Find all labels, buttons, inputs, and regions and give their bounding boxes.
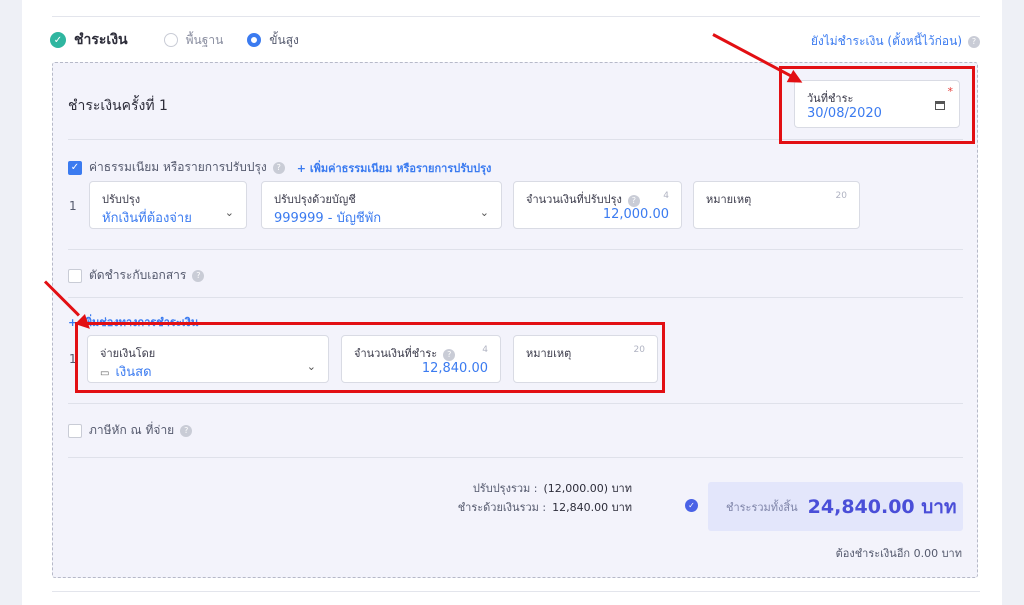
fee-note-field[interactable]: หมายเหตุ 20	[693, 181, 860, 229]
divider	[52, 16, 980, 17]
paid-total-label: ชำระด้วยเงินรวม :	[457, 501, 547, 514]
payment-title: ชำระเงินครั้งที่ 1	[68, 98, 168, 114]
adjust-type-label: ปรับปรุง	[102, 193, 141, 206]
grand-total-box: ชำระรวมทั้งสิ้น 24,840.00 บาท	[708, 482, 963, 531]
divider	[68, 403, 963, 404]
divider	[68, 249, 963, 250]
fee-checkbox[interactable]: ✓	[68, 160, 82, 175]
adjust-amount-value[interactable]: 12,000.00	[603, 207, 669, 222]
unpaid-link[interactable]: ยังไม่ชำระเงิน (ตั้งหนี้ไว้ก่อน) ?	[811, 32, 980, 51]
help-icon[interactable]: ?	[627, 194, 640, 207]
add-fee-link[interactable]: + เพิ่มค่าธรรมเนียม หรือรายการปรับปรุง	[297, 159, 492, 177]
char-count: 20	[835, 191, 847, 201]
adjust-account-select[interactable]: ปรับปรุงด้วยบัญชี 999999 - บัญชีพัก ⌄	[261, 181, 502, 229]
radio-selected-icon[interactable]	[247, 33, 262, 47]
mode-basic-radio[interactable]: พื้นฐาน	[163, 31, 224, 50]
remaining-amount: ต้องชำระเงินอีก 0.00 บาท	[835, 547, 962, 560]
adjust-total-value: (12,000.00) บาท	[543, 482, 632, 495]
adjust-account-value: 999999 - บัญชีพัก	[274, 211, 382, 226]
chevron-down-icon: ⌄	[479, 206, 489, 219]
withholding-label: ภาษีหัก ณ ที่จ่าย	[89, 423, 175, 437]
check-circle-icon: ✓	[50, 32, 66, 48]
divider	[68, 457, 963, 458]
fee-row-number: 1	[69, 199, 77, 213]
withholding-row: ภาษีหัก ณ ที่จ่าย ?	[68, 421, 193, 440]
grand-total-label: ชำระรวมทั้งสิ้น	[726, 500, 798, 514]
highlight-box-date	[779, 66, 975, 144]
chevron-down-icon: ⌄	[224, 206, 234, 219]
paid-total-value: 12,840.00 บาท	[552, 501, 632, 514]
divider	[52, 591, 980, 592]
mode-advanced-radio[interactable]: ขั้นสูง	[247, 31, 299, 50]
fee-row-header: ✓ ค่าธรรมเนียม หรือรายการปรับปรุง ? + เพ…	[68, 158, 491, 177]
fee-note-label: หมายเหตุ	[706, 193, 752, 206]
withholding-checkbox[interactable]	[68, 423, 82, 438]
paid-total-line: ชำระด้วยเงินรวม : 12,840.00 บาท	[458, 498, 632, 516]
mode-basic-label: พื้นฐาน	[185, 32, 224, 47]
section-title: ชำระเงิน	[74, 32, 128, 48]
help-icon[interactable]: ?	[272, 161, 285, 174]
unpaid-link-label: ยังไม่ชำระเงิน (ตั้งหนี้ไว้ก่อน)	[810, 34, 962, 48]
adjust-amount-field[interactable]: จำนวนเงินที่ปรับปรุง? 4 12,000.00	[513, 181, 682, 229]
doc-offset-row: ตัดชำระกับเอกสาร ?	[68, 266, 205, 285]
adjust-amount-label: จำนวนเงินที่ปรับปรุง?	[526, 190, 640, 208]
adjust-account-label: ปรับปรุงด้วยบัญชี	[274, 193, 356, 206]
check-circle-icon: ✓	[685, 499, 698, 512]
highlight-box-channel	[75, 322, 665, 393]
adjust-total-line: ปรับปรุงรวม : (12,000.00) บาท	[473, 479, 632, 497]
adjust-type-value: หักเงินที่ต้องจ่าย	[102, 211, 192, 226]
help-icon[interactable]: ?	[180, 424, 193, 437]
payment-header: ✓ ชำระเงิน พื้นฐาน ขั้นสูง	[50, 30, 323, 50]
mode-advanced-label: ขั้นสูง	[269, 32, 299, 47]
adjust-total-label: ปรับปรุงรวม :	[472, 482, 538, 495]
help-icon[interactable]: ?	[968, 35, 980, 48]
divider	[68, 297, 963, 298]
help-icon[interactable]: ?	[192, 269, 205, 282]
radio-icon[interactable]	[163, 33, 178, 47]
grand-total-value: 24,840.00 บาท	[807, 495, 957, 518]
char-count: 4	[663, 191, 669, 201]
doc-offset-checkbox[interactable]	[68, 268, 82, 283]
fee-checkbox-label: ค่าธรรมเนียม หรือรายการปรับปรุง	[89, 160, 267, 174]
doc-offset-label: ตัดชำระกับเอกสาร	[89, 268, 187, 282]
adjust-type-select[interactable]: ปรับปรุง หักเงินที่ต้องจ่าย ⌄	[89, 181, 247, 229]
